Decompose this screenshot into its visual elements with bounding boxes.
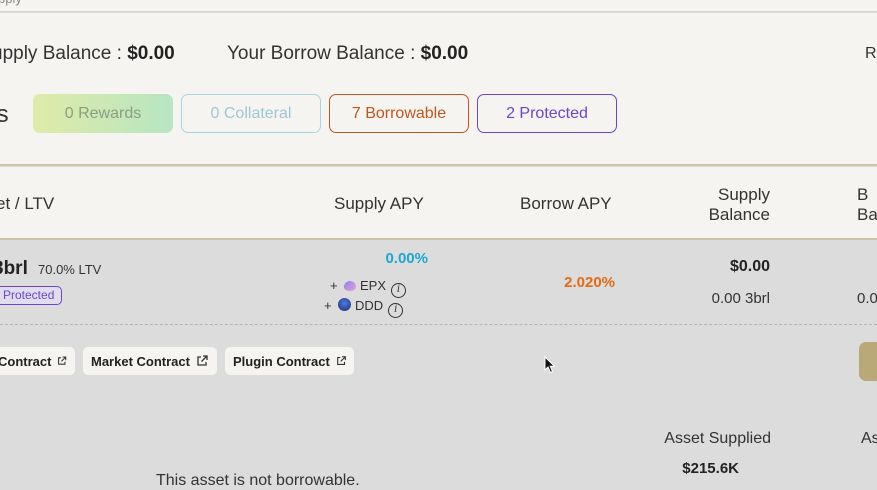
protected-badge: Protected [0,286,63,305]
borrow-balance-summary: Your Borrow Balance : $0.00 [227,43,468,65]
contract-link[interactable]: Contract [0,347,75,375]
ddd-token-icon [338,298,351,311]
reward-token-ddd: DDD [355,298,384,313]
asset-name: 3brl [0,258,28,279]
reward-plus: + [324,298,332,313]
header-borrow-apy[interactable]: Borrow APY [520,194,612,214]
header-supply-balance-line1: Supply [718,185,770,204]
market-contract-link[interactable]: Market Contract [83,347,217,375]
reward-token-epx: EPX [360,278,387,293]
header-panel: upply Balance : $0.00 Your Borrow Balanc… [0,13,877,166]
header-supply-apy[interactable]: Supply APY [334,194,424,214]
info-icon[interactable]: i [388,303,404,318]
plugin-contract-link[interactable]: Plugin Contract [225,347,354,375]
asset-supplied-value: $215.6K [682,460,739,477]
reward-epx: + EPX i [330,278,407,298]
header-supply-balance[interactable]: Supply Balance [709,185,770,225]
mouse-cursor-icon [544,356,556,374]
borrow-balance-value: $0.00 [420,43,469,64]
header-borrow-balance[interactable]: B Ba [857,185,877,225]
header-asset-ltv[interactable]: et / LTV [0,194,54,214]
contract-link-label: Contract [0,353,52,369]
filter-rewards[interactable]: 0 Rewards [33,94,173,133]
filter-borrowable[interactable]: 7 Borrowable [329,94,469,133]
asset-supplied-label: Asset Supplied [664,430,771,447]
external-link-icon [197,355,208,366]
borrow-balance-label: Your Borrow Balance : [227,43,416,64]
filter-protected[interactable]: 2 Protected [477,94,617,133]
reward-plus: + [330,278,338,293]
header-borrow-balance-line1: B [857,185,869,204]
row-divider [0,324,877,325]
header-borrow-balance-line2: Ba [857,205,877,224]
assets-heading: ts [0,101,9,128]
not-borrowable-message: This asset is not borrowable. [156,472,360,489]
borrow-apy-value: 2.020% [564,274,615,291]
filter-collateral[interactable]: 0 Collateral [181,94,321,133]
supply-balance-usd: $0.00 [729,258,770,275]
top-strip-text: pply [0,0,22,6]
supply-balance-summary: upply Balance : $0.00 [0,43,175,65]
header-supply-balance-line2: Balance [708,205,770,224]
epx-token-icon [344,281,356,291]
header-right-cut: R [865,45,877,62]
reward-ddd: + DDD i [324,298,404,318]
supply-balance-label: upply Balance : [0,43,122,64]
external-link-icon [336,356,346,365]
external-link-icon [58,356,67,365]
supply-action-button[interactable] [859,342,877,381]
info-icon[interactable]: i [391,283,407,298]
top-strip: pply [0,0,877,12]
table-row[interactable]: 3brl 70.0% LTV Protected 0.00% +EPXi +DD… [0,241,877,325]
details-right-cut: As [861,430,877,447]
supply-balance-token: 0.00 3brl [711,290,770,307]
plugin-contract-label: Plugin Contract [233,353,330,369]
asset-ltv: 70.0% LTV [38,262,102,277]
borrow-balance-token: 0.0 [857,290,877,307]
table-header: et / LTV Supply APY Borrow APY Supply Ba… [0,167,877,240]
market-contract-label: Market Contract [91,353,190,369]
supply-apy-value: 0.00% [385,250,428,267]
supply-balance-value: $0.00 [127,43,175,64]
